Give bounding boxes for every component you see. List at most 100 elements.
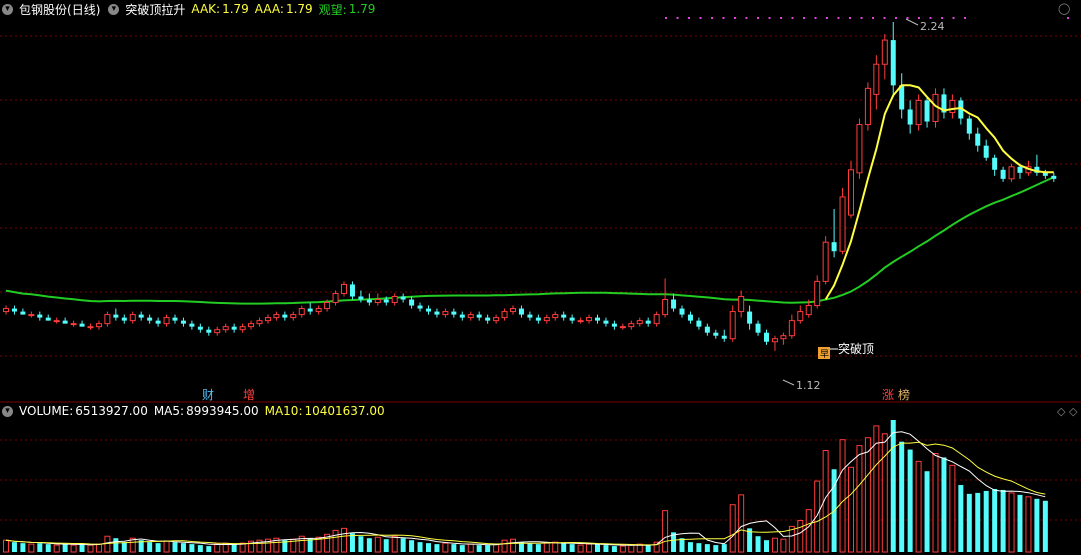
candle — [645, 317, 651, 327]
volume-bar — [764, 540, 769, 552]
kline-chart[interactable]: 2.24 1.12 早 突破顶 财 增 涨 榜 — [0, 0, 1081, 555]
candle-body — [189, 323, 195, 327]
candle-body — [467, 314, 474, 319]
candle-body — [451, 311, 457, 315]
candle-body — [163, 317, 170, 325]
breakout-annotation: 早 突破顶 — [818, 341, 874, 360]
candle-body — [434, 311, 440, 315]
candle — [586, 314, 593, 324]
candle — [426, 305, 431, 315]
volume-bar — [206, 546, 212, 552]
candle — [28, 311, 35, 318]
candle — [459, 311, 465, 321]
volume-bar — [417, 542, 423, 552]
candle — [222, 323, 229, 333]
candle-body — [222, 326, 229, 331]
ma-green-line — [5, 176, 1055, 305]
candle-body — [493, 317, 500, 322]
volume-bar — [53, 544, 60, 553]
volume-bar — [679, 538, 685, 552]
price-grid — [0, 35, 1081, 357]
volume-bar — [180, 543, 186, 552]
svg-text:2.24: 2.24 — [920, 20, 945, 33]
candle — [603, 317, 609, 327]
candle — [738, 290, 745, 318]
volume-bar — [341, 527, 347, 553]
candle-body — [155, 320, 161, 324]
volume-bar — [603, 545, 609, 552]
candle-body — [949, 99, 956, 113]
candle-body — [180, 320, 186, 324]
candle — [577, 317, 584, 324]
volume-bar — [1017, 494, 1023, 552]
candle — [341, 281, 347, 297]
volume-bar — [62, 544, 68, 552]
candle-body — [696, 320, 702, 327]
candle-body — [214, 329, 221, 334]
period-label[interactable]: (日线) — [67, 1, 100, 18]
candle-body — [147, 317, 153, 321]
volume-bar — [28, 543, 35, 553]
candle-body — [256, 320, 263, 325]
marker-zeng[interactable]: 增 — [243, 388, 255, 402]
candle — [256, 317, 263, 327]
candle-body — [747, 311, 753, 324]
volume-bar — [451, 544, 457, 552]
candle — [510, 305, 516, 315]
candle-body — [611, 323, 617, 327]
volume-bar — [476, 545, 482, 552]
candle-body — [332, 292, 339, 304]
window-menu-icon[interactable]: ◯ — [1058, 2, 1070, 15]
volume-bar — [713, 545, 719, 552]
candle-body — [535, 317, 541, 321]
candle-body — [37, 314, 43, 318]
marker-cai[interactable]: 财 — [202, 388, 214, 402]
signal-dot — [803, 17, 805, 19]
stock-name[interactable]: 包钢股份 — [19, 1, 67, 18]
volume-bar — [966, 493, 972, 552]
candle-body — [873, 63, 880, 95]
candle-body — [907, 109, 913, 125]
candle-body — [653, 314, 660, 325]
settings-icon[interactable]: ▾ — [2, 3, 13, 15]
candle-body — [771, 338, 778, 343]
candle-body — [797, 311, 804, 322]
candle-body — [595, 317, 600, 321]
high-annotation: 2.24 — [905, 18, 945, 33]
volume-settings-icon[interactable]: ▾ — [2, 405, 13, 417]
volume-bar — [155, 543, 161, 552]
candle-body — [248, 323, 255, 328]
candle — [561, 311, 567, 321]
candle-body — [864, 87, 871, 126]
indicator-settings-icon[interactable]: ▾ — [108, 3, 120, 15]
candle — [788, 314, 795, 339]
candle-body — [687, 314, 693, 321]
candle — [881, 34, 888, 80]
indicator-name[interactable]: 突破顶拉升 — [125, 1, 185, 18]
volume-bar — [467, 543, 474, 553]
marker-zhang[interactable]: 涨 — [882, 387, 894, 402]
volume-panel-toggle-icon[interactable]: ◇ ◇ — [1057, 405, 1077, 418]
candle — [856, 118, 863, 179]
candle-body — [79, 323, 85, 327]
candle-body — [11, 308, 17, 312]
volume-bar — [383, 539, 389, 552]
candle — [611, 320, 617, 330]
candle — [975, 127, 981, 152]
volume-bar — [79, 544, 85, 552]
volume-bar — [552, 541, 559, 553]
aak-value: 1.79 — [222, 2, 249, 16]
candle — [20, 308, 26, 315]
marker-bang[interactable]: 榜 — [898, 387, 910, 402]
volume-bar — [780, 538, 787, 553]
signal-dot — [734, 17, 736, 19]
candle-body — [729, 311, 736, 340]
candle-body — [3, 308, 9, 313]
candle — [873, 55, 880, 110]
signal-dot — [665, 17, 667, 19]
volume-bar — [797, 519, 804, 553]
candle-body — [53, 320, 60, 323]
signal-dot — [860, 17, 863, 19]
candle — [307, 302, 313, 315]
volume-bar — [941, 457, 947, 552]
